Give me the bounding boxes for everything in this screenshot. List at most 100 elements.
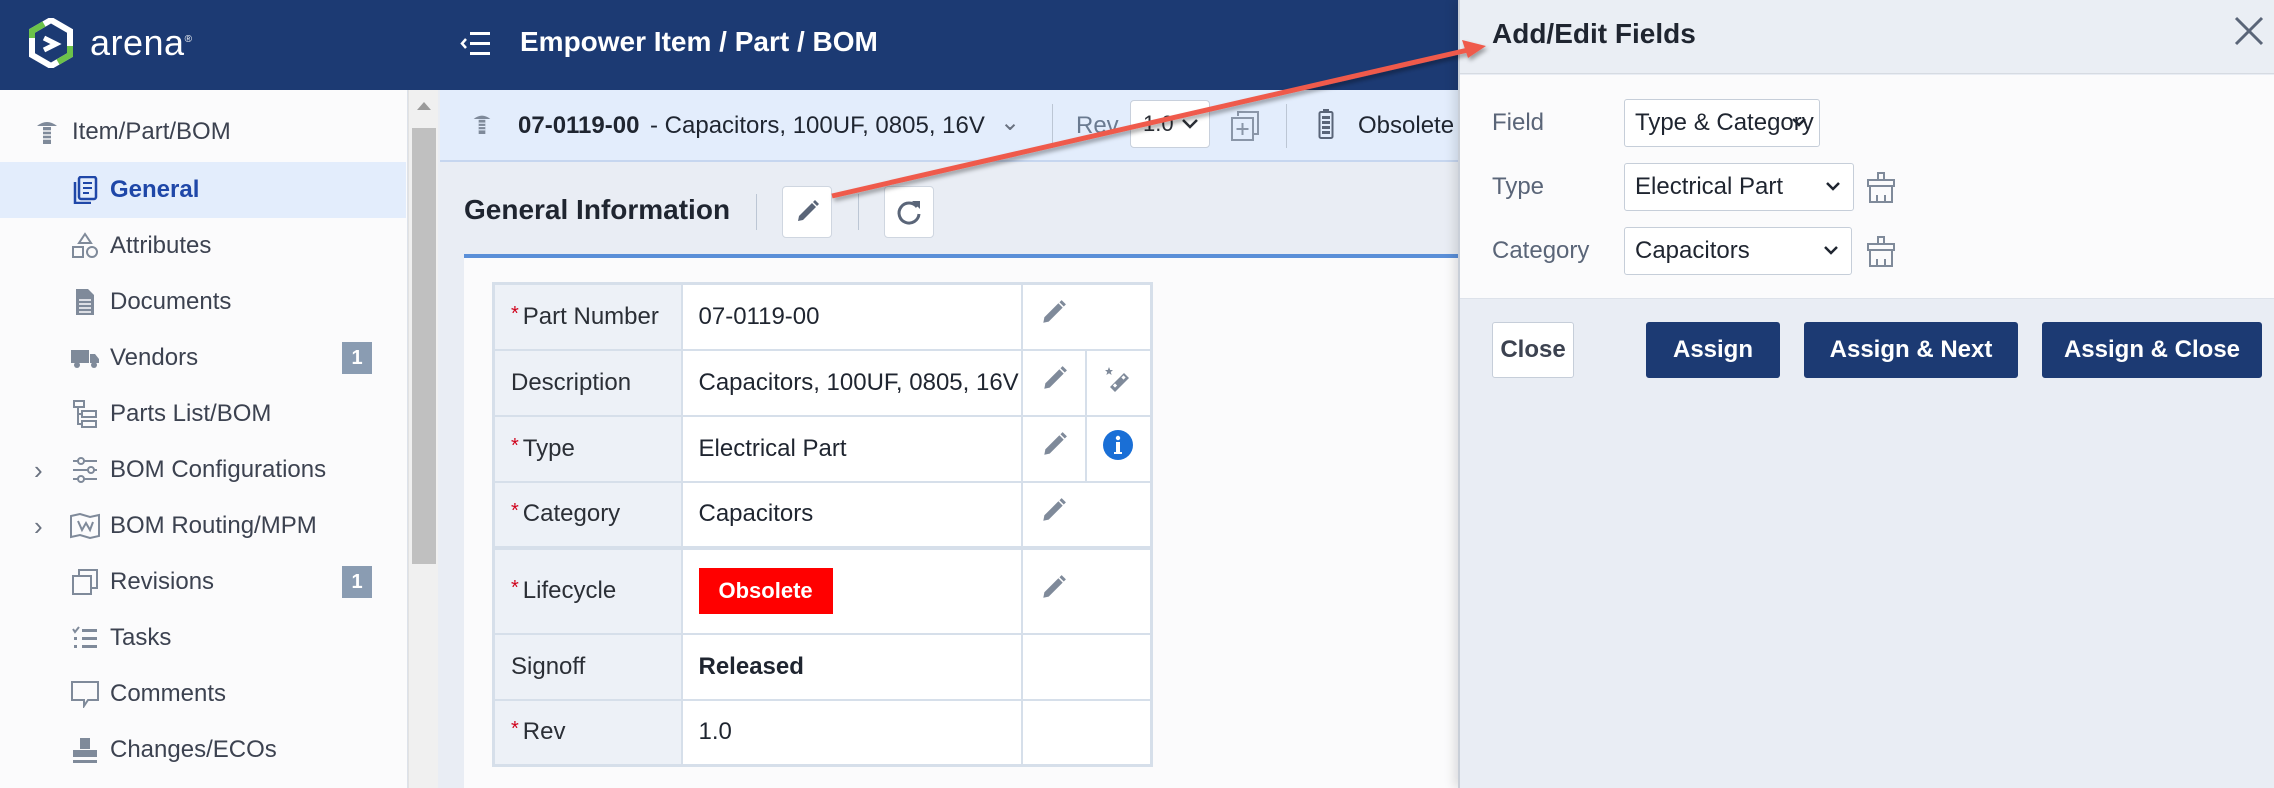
sidebar-item-bom-configurations[interactable]: › BOM Configurations	[0, 442, 406, 498]
field-label: * Part Number	[492, 282, 683, 351]
item-part-number: 07-0119-00	[518, 112, 640, 139]
truck-icon	[70, 343, 100, 373]
refresh-button[interactable]	[884, 186, 934, 238]
sidebar-item-changes-ecos[interactable]: Changes/ECOs	[0, 722, 406, 778]
edit-part-number-button[interactable]	[1020, 282, 1153, 351]
revision-select-value: 1.0	[1143, 111, 1174, 136]
item-header-bar: 07-0119-00 - Capacitors, 100UF, 0805, 16…	[440, 90, 1460, 162]
sidebar-item-label: Changes/ECOs	[110, 736, 277, 763]
lifecycle-status-badge: Obsolete	[698, 568, 833, 614]
revision-select[interactable]: 1.0	[1130, 100, 1210, 148]
sidebar-item-general[interactable]: General	[0, 162, 406, 218]
sidebar-item-parts-list-bom[interactable]: Parts List/BOM	[0, 386, 406, 442]
field-value: 1.0	[680, 698, 1023, 767]
sidebar: Item/Part/BOM General Attributes Documen…	[0, 90, 408, 788]
field-label: Category	[1492, 237, 1590, 264]
category-select[interactable]: Capacitors	[1624, 227, 1852, 275]
sidebar-item-label: Parts List/BOM	[110, 400, 272, 427]
sidebar-item-label: Attributes	[110, 232, 212, 259]
add-copy-icon[interactable]	[1230, 110, 1260, 147]
pencil-icon	[798, 200, 819, 221]
sidebar-item-label: BOM Routing/MPM	[110, 512, 317, 539]
edit-category-button[interactable]	[1020, 480, 1153, 549]
edit-button[interactable]	[782, 186, 832, 238]
dialog-title: Add/Edit Fields	[1492, 18, 1696, 49]
field-select[interactable]: Type & Category	[1624, 99, 1820, 147]
file-icon	[70, 287, 100, 317]
sidebar-item-vendors[interactable]: Vendors 1	[0, 330, 406, 386]
vendors-count-badge: 1	[342, 342, 372, 374]
item-switcher-chevron-icon[interactable]: ⌄	[1000, 108, 1020, 137]
required-asterisk: *	[511, 718, 519, 741]
general-info-panel: * Part Number 07-0119-00 Description Capa…	[464, 254, 1460, 788]
table-row: * Lifecycle Obsolete	[492, 546, 1153, 635]
sidebar-item-item-part-bom[interactable]: Item/Part/BOM	[0, 104, 406, 160]
clear-category-brush-icon[interactable]	[1864, 235, 1898, 269]
sidebar-item-label: Tasks	[110, 624, 172, 651]
sidebar-item-bom-routing-mpm[interactable]: › BOM Routing/MPM	[0, 498, 406, 554]
sidebar-scrollbar[interactable]	[408, 90, 438, 788]
table-row: * Part Number 07-0119-00	[492, 282, 1153, 351]
field-select-value: Type & Category	[1635, 109, 1814, 136]
section-title: General Information	[464, 194, 731, 225]
assign-close-button[interactable]: Assign & Close	[2042, 322, 2262, 378]
collapse-menu-icon[interactable]	[460, 30, 492, 58]
expand-chevron-icon[interactable]: ›	[34, 511, 52, 542]
arena-logo[interactable]: arena®	[28, 18, 192, 68]
expand-chevron-icon[interactable]: ›	[34, 455, 52, 486]
sidebar-item-documents[interactable]: Documents	[0, 274, 406, 330]
comment-icon	[70, 679, 100, 709]
field-label: * Type	[492, 414, 683, 483]
required-asterisk: *	[511, 434, 519, 457]
divider	[1052, 104, 1053, 148]
document-stack-icon	[70, 175, 100, 205]
pencil-icon	[1043, 432, 1067, 455]
divider	[858, 194, 859, 230]
chevron-down-icon	[1824, 246, 1838, 255]
app-root: arena® Empower Item / Part / BOM Item/Pa…	[0, 0, 2274, 788]
field-value: Capacitors	[680, 480, 1023, 549]
edit-description-button[interactable]	[1020, 348, 1087, 417]
table-row: Description Capacitors, 100UF, 0805, 16V	[492, 348, 1153, 417]
close-icon[interactable]	[2232, 14, 2268, 54]
assign-next-button[interactable]: Assign & Next	[1804, 322, 2018, 378]
sidebar-item-revisions[interactable]: Revisions 1	[0, 554, 406, 610]
field-label: Signoff	[492, 632, 683, 701]
field-label: Field	[1492, 109, 1545, 136]
scrollbar-thumb[interactable]	[412, 128, 436, 564]
table-row: * Category Capacitors	[492, 480, 1153, 549]
type-select[interactable]: Electrical Part	[1624, 163, 1854, 211]
field-value: 07-0119-00	[680, 282, 1023, 351]
revisions-count-badge: 1	[342, 566, 372, 598]
close-button[interactable]: Close	[1492, 322, 1574, 378]
required-asterisk: *	[511, 577, 519, 599]
type-info-button[interactable]	[1084, 414, 1153, 483]
field-label: Description	[492, 348, 683, 417]
sidebar-item-label: Vendors	[110, 344, 199, 371]
auto-generate-description-button[interactable]	[1084, 348, 1153, 417]
table-row: * Rev 1.0	[492, 698, 1153, 767]
field-label: * Rev	[492, 698, 683, 767]
app-title: Empower Item / Part / BOM	[520, 26, 878, 57]
screw-icon	[472, 110, 492, 143]
scroll-up-arrow-icon[interactable]	[417, 102, 431, 110]
field-value: Obsolete	[680, 546, 1023, 635]
edit-lifecycle-button[interactable]	[1020, 546, 1153, 635]
category-select-value: Capacitors	[1635, 237, 1750, 264]
item-description: - Capacitors, 100UF, 0805, 16V	[650, 112, 985, 139]
pencil-icon	[1042, 574, 1066, 598]
field-value: Capacitors, 100UF, 0805, 16V	[680, 348, 1023, 417]
type-select-value: Electrical Part	[1635, 173, 1784, 200]
field-label: * Lifecycle	[492, 546, 683, 635]
field-value: Released	[680, 632, 1023, 701]
sidebar-item-comments[interactable]: Comments	[0, 666, 406, 722]
divider	[1286, 104, 1287, 148]
revisions-icon	[70, 567, 100, 597]
sidebar-item-attributes[interactable]: Attributes	[0, 218, 406, 274]
clear-type-brush-icon[interactable]	[1864, 171, 1898, 205]
edit-type-button[interactable]	[1020, 414, 1087, 483]
sidebar-item-tasks[interactable]: Tasks	[0, 610, 406, 666]
assign-button[interactable]: Assign	[1646, 322, 1780, 378]
dialog-body: Field Type & Category Type Electrical Pa…	[1460, 75, 2274, 299]
lifecycle-battery-icon	[1318, 108, 1334, 145]
